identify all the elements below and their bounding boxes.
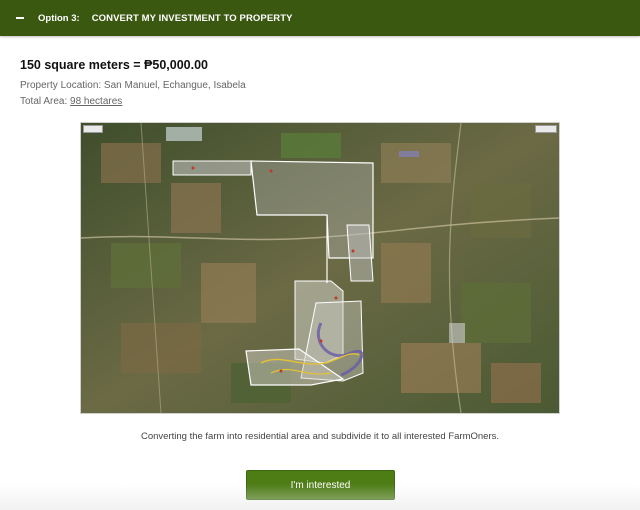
property-location: Property Location: San Manuel, Echangue,…: [20, 80, 246, 91]
map-caption: Converting the farm into residential are…: [140, 431, 499, 442]
option-label: Option 3:: [38, 12, 80, 24]
satellite-map-image: [81, 123, 559, 413]
property-map: [80, 122, 560, 414]
top-header-bar: Option 3: CONVERT MY INVESTMENT TO PROPE…: [0, 0, 640, 36]
price-heading: 150 square meters = ₱50,000.00: [20, 58, 208, 72]
header-title: CONVERT MY INVESTMENT TO PROPERTY: [91, 12, 293, 24]
bullet-icon: [16, 17, 24, 19]
interested-button[interactable]: I'm interested: [246, 470, 395, 500]
map-logo-badge: [535, 125, 557, 133]
offer-details: 150 square meters = ₱50,000.00 Property …: [20, 58, 620, 110]
total-area-link[interactable]: 98 hectares: [70, 96, 122, 107]
map-scale-badge: [83, 125, 103, 133]
total-area: Total Area: 98 hectares: [20, 94, 620, 110]
total-area-label: Total Area:: [20, 96, 71, 107]
